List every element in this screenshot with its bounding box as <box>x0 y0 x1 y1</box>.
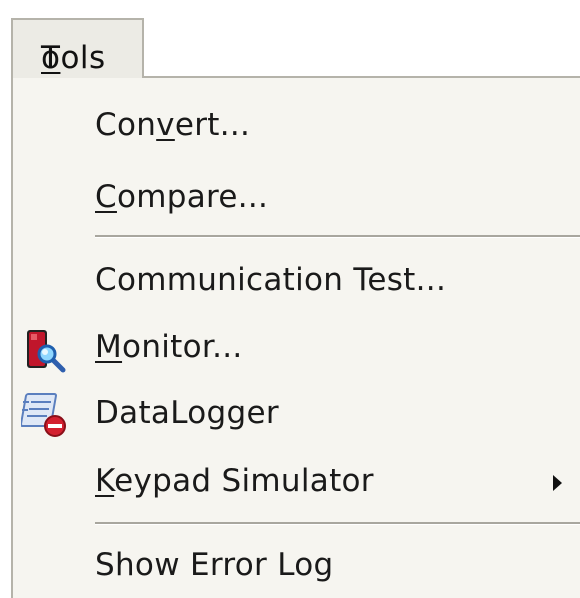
menu-separator <box>95 522 580 525</box>
menu-item-convert-label: Convert... <box>95 107 251 143</box>
menu-item-show-error-log[interactable]: Show Error Log <box>13 534 580 598</box>
menu-item-datalogger[interactable]: DataLogger <box>13 382 580 454</box>
datalogger-icon <box>21 393 66 437</box>
submenu-arrow-icon <box>553 475 562 491</box>
menu-item-communication-test[interactable]: Communication Test... <box>13 249 580 321</box>
menubar-tools[interactable]: Tools <box>11 18 144 78</box>
monitor-icon <box>27 330 66 373</box>
menu-item-show-error-log-label: Show Error Log <box>95 547 334 583</box>
menu-item-keypad-simulator-label: Keypad Simulator <box>95 463 374 499</box>
menu-item-communication-test-label: Communication Test... <box>95 262 447 298</box>
tools-dropdown-menu: Convert... Compare... Communication Test… <box>11 76 580 598</box>
screen: Convert... Compare... Communication Test… <box>0 0 580 598</box>
menu-item-monitor-label: Monitor... <box>95 329 243 365</box>
menu-item-convert[interactable]: Convert... <box>13 94 580 166</box>
menu-item-keypad-simulator[interactable]: Keypad Simulator <box>13 450 580 522</box>
menu-item-compare-label: Compare... <box>95 179 269 215</box>
menu-item-compare[interactable]: Compare... <box>13 166 580 238</box>
menu-separator <box>95 235 580 238</box>
menu-item-monitor[interactable]: Monitor... <box>13 316 580 388</box>
menu-item-datalogger-label: DataLogger <box>95 395 279 431</box>
